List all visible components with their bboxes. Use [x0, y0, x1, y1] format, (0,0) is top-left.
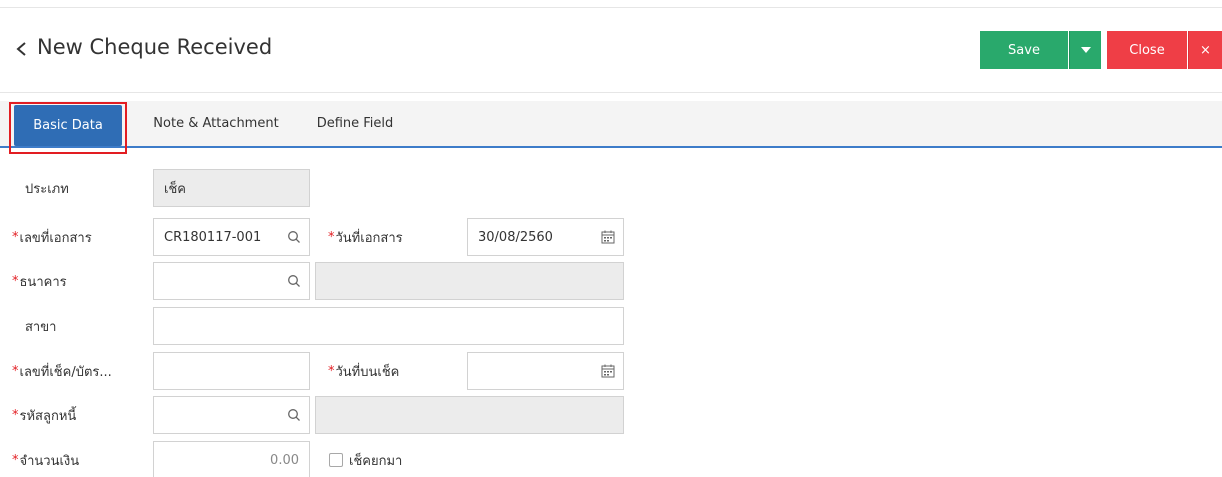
bank-name-field — [315, 262, 624, 300]
cheque-no-label: * เลขที่เช็ค/บัตร... — [12, 363, 112, 380]
bank-input[interactable] — [153, 262, 310, 300]
calendar-icon[interactable] — [601, 364, 615, 378]
debtor-code-label: * รหัสลูกหนี้ — [12, 407, 77, 424]
tab-bar: Basic Data Note & Attachment Define Fiel… — [0, 101, 1222, 148]
close-button[interactable]: Close — [1107, 31, 1187, 69]
search-icon[interactable] — [287, 230, 301, 244]
doc-no-label: * เลขที่เอกสาร — [12, 229, 92, 246]
close-icon[interactable]: × — [1188, 31, 1222, 69]
cheque-no-input[interactable] — [153, 352, 310, 390]
amount-label: * จำนวนเงิน — [12, 452, 80, 469]
branch-input[interactable] — [153, 307, 624, 345]
caret-down-icon — [1080, 47, 1091, 53]
tab-note-attachment[interactable]: Note & Attachment — [141, 101, 291, 146]
amount-input[interactable]: 0.00 — [153, 441, 310, 477]
type-field: เช็ค — [153, 169, 310, 207]
page-header: New Cheque Received Save Close × — [0, 9, 1222, 93]
doc-no-input[interactable]: CR180117-001 — [153, 218, 310, 256]
doc-date-input[interactable]: 30/08/2560 — [467, 218, 624, 256]
debtor-name-field — [315, 396, 624, 434]
branch-label: สาขา — [25, 319, 57, 335]
chevron-left-icon[interactable] — [12, 37, 32, 61]
tab-define-field[interactable]: Define Field — [300, 101, 410, 146]
type-label: ประเภท — [25, 181, 69, 197]
doc-date-label: * วันที่เอกสาร — [328, 229, 403, 246]
carry-forward-label: เช็คยกมา — [349, 453, 403, 469]
cheque-date-label: * วันที่บนเช็ค — [328, 363, 400, 380]
carry-forward-checkbox[interactable] — [329, 453, 343, 467]
save-options-button[interactable] — [1069, 31, 1101, 69]
calendar-icon[interactable] — [601, 230, 615, 244]
cheque-date-input[interactable] — [467, 352, 624, 390]
page-title: New Cheque Received — [37, 35, 273, 59]
bank-label: * ธนาคาร — [12, 273, 67, 290]
tab-highlight-frame — [9, 102, 127, 154]
top-border — [0, 0, 1222, 8]
save-button[interactable]: Save — [980, 31, 1068, 69]
search-icon[interactable] — [287, 274, 301, 288]
search-icon[interactable] — [287, 408, 301, 422]
debtor-code-input[interactable] — [153, 396, 310, 434]
